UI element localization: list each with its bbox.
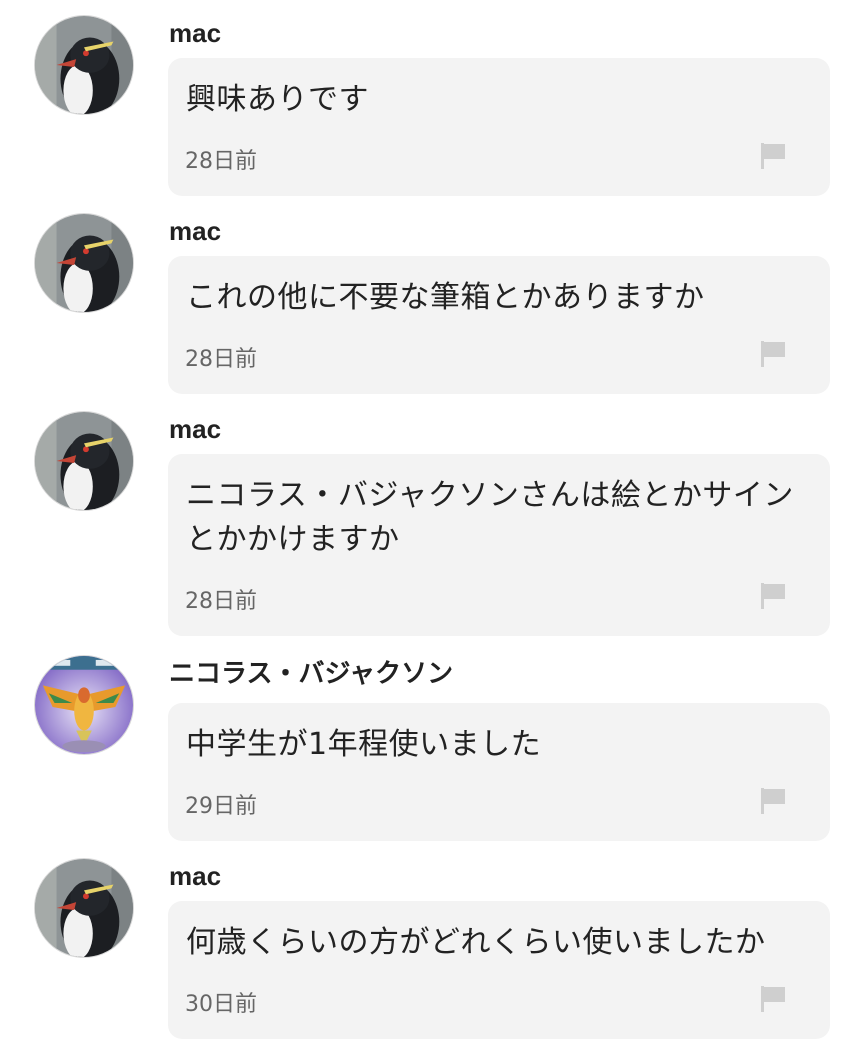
penguin-avatar-image [35,16,133,114]
comment-text: 興味ありです [186,82,369,117]
user-avatar[interactable] [34,411,134,511]
comment-text: 中学生が1年程使いました [186,727,542,762]
comment-timestamp: 30日前 [185,992,257,1017]
comment-bubble: 興味ありです 28日前 [168,58,830,196]
user-avatar[interactable] [34,213,134,313]
flag-icon[interactable] [760,985,786,1013]
bird-game-avatar-image [35,656,133,754]
comment-username[interactable]: mac [169,215,221,247]
penguin-avatar-image [35,412,133,510]
penguin-avatar-image [35,214,133,312]
comment-text: 何歳くらいの方がどれくらい使いましたか [186,925,766,960]
comment-bubble: ニコラス・バジャクソンさんは絵とかサインとかかけますか 28日前 [168,454,830,636]
comment-bubble: 何歳くらいの方がどれくらい使いましたか 30日前 [168,901,830,1039]
comment-bubble: これの他に不要な筆箱とかありますか 28日前 [168,256,830,394]
user-avatar[interactable] [34,655,134,755]
comment-text: これの他に不要な筆箱とかありますか [186,280,705,315]
penguin-avatar-image [35,859,133,957]
comment-username[interactable]: mac [169,413,221,445]
user-avatar[interactable] [34,15,134,115]
flag-icon[interactable] [760,340,786,368]
comment-timestamp: 28日前 [185,149,257,174]
flag-icon[interactable] [760,142,786,170]
comment-timestamp: 28日前 [185,347,257,372]
comment-bubble: 中学生が1年程使いました 29日前 [168,703,830,841]
comment-timestamp: 29日前 [185,794,257,819]
comment-username[interactable]: ニコラス・バジャクソン [169,657,453,689]
user-avatar[interactable] [34,858,134,958]
comment-username[interactable]: mac [169,17,221,49]
flag-icon[interactable] [760,787,786,815]
comment-timestamp: 28日前 [185,589,257,614]
comment-text: ニコラス・バジャクソンさんは絵とかサインとかかけますか [186,478,794,557]
comment-username[interactable]: mac [169,860,221,892]
flag-icon[interactable] [760,582,786,610]
